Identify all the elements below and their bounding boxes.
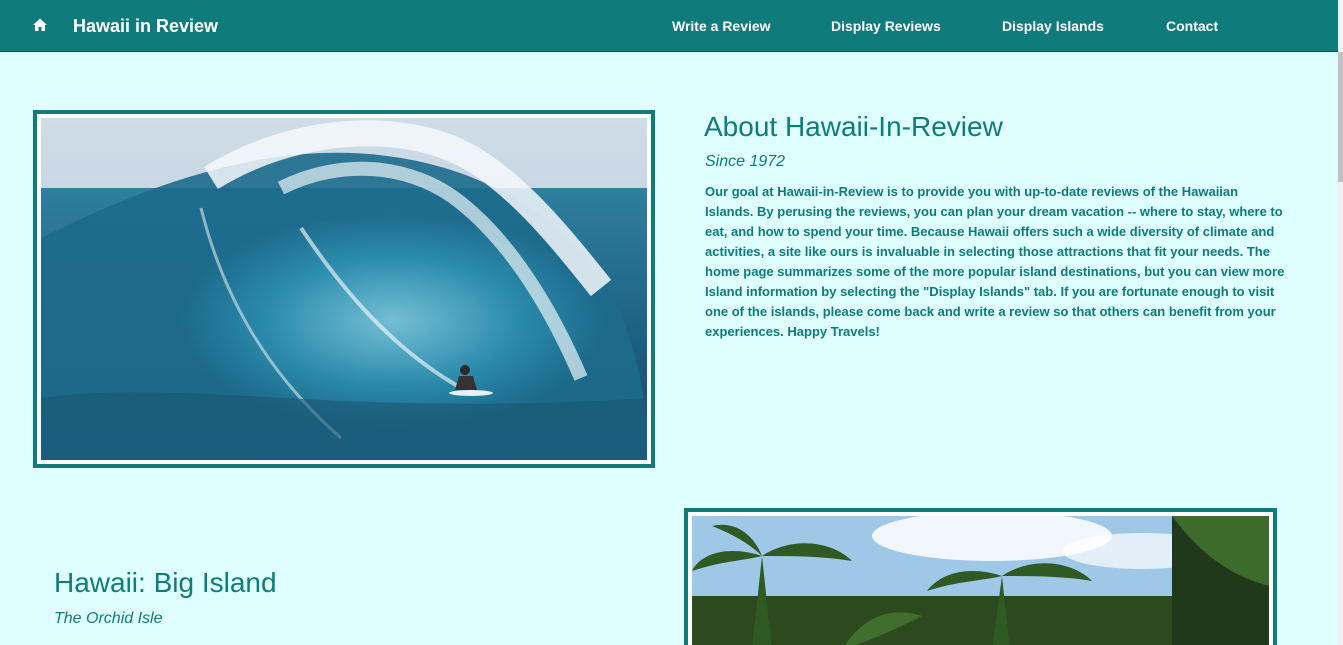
about-title: About Hawaii-In-Review [704, 111, 1003, 142]
nav-write-review[interactable]: Write a Review [672, 17, 771, 35]
nav-links: Write a Review Display Reviews Display I… [0, 17, 1338, 37]
island-subtitle: The Orchid Isle [54, 610, 163, 627]
about-body: Our goal at Hawaii-in-Review is to provi… [705, 184, 1285, 339]
nav-display-reviews[interactable]: Display Reviews [831, 17, 941, 35]
page-scrollbar[interactable] [1338, 0, 1343, 645]
scrollbar-thumb[interactable] [1338, 52, 1343, 182]
wave-photo-image [41, 118, 647, 460]
page: Hawaii in Review Write a Review Display … [0, 0, 1343, 645]
nav-contact[interactable]: Contact [1166, 17, 1218, 35]
nav-display-islands[interactable]: Display Islands [1002, 17, 1104, 35]
island-title: Hawaii: Big Island [54, 567, 277, 598]
palm-trees-illustration [692, 516, 1269, 645]
palm-photo-image [692, 516, 1269, 645]
about-subtitle: Since 1972 [705, 153, 786, 170]
surfing-wave-illustration [41, 118, 647, 460]
wave-photo [33, 110, 655, 468]
palm-photo [684, 508, 1277, 645]
navbar: Hawaii in Review Write a Review Display … [0, 0, 1338, 52]
